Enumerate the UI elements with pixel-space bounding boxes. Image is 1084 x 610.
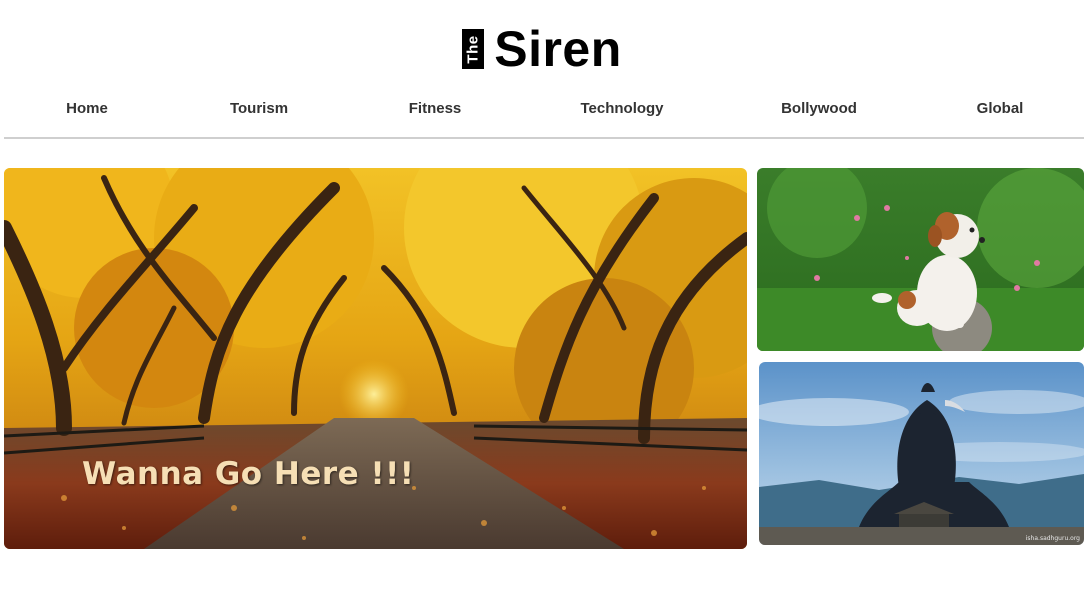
logo-prefix-badge: The <box>462 29 485 69</box>
featured-statue-image[interactable]: isha.sadhguru.org <box>759 362 1084 545</box>
nav-item-tourism[interactable]: Tourism <box>230 100 288 117</box>
featured-main-image[interactable]: Wanna Go Here !!! <box>4 168 747 549</box>
logo-prefix: The <box>464 34 482 64</box>
site-logo[interactable]: The Siren <box>0 24 1084 74</box>
featured-puppy-image[interactable] <box>757 168 1084 351</box>
puppy-image <box>757 168 1084 351</box>
featured-caption: Wanna Go Here !!! <box>82 456 415 492</box>
main-nav: Home Tourism Fitness Technology Bollywoo… <box>0 100 1084 122</box>
nav-item-home[interactable]: Home <box>66 100 108 117</box>
nav-item-technology[interactable]: Technology <box>580 100 663 117</box>
nav-item-bollywood[interactable]: Bollywood <box>781 100 857 117</box>
adiyogi-statue-image <box>759 362 1084 545</box>
nav-item-fitness[interactable]: Fitness <box>409 100 462 117</box>
image-watermark: isha.sadhguru.org <box>1025 535 1080 542</box>
nav-item-global[interactable]: Global <box>977 100 1024 117</box>
nav-divider <box>4 137 1084 139</box>
logo-title: Siren <box>494 21 622 77</box>
